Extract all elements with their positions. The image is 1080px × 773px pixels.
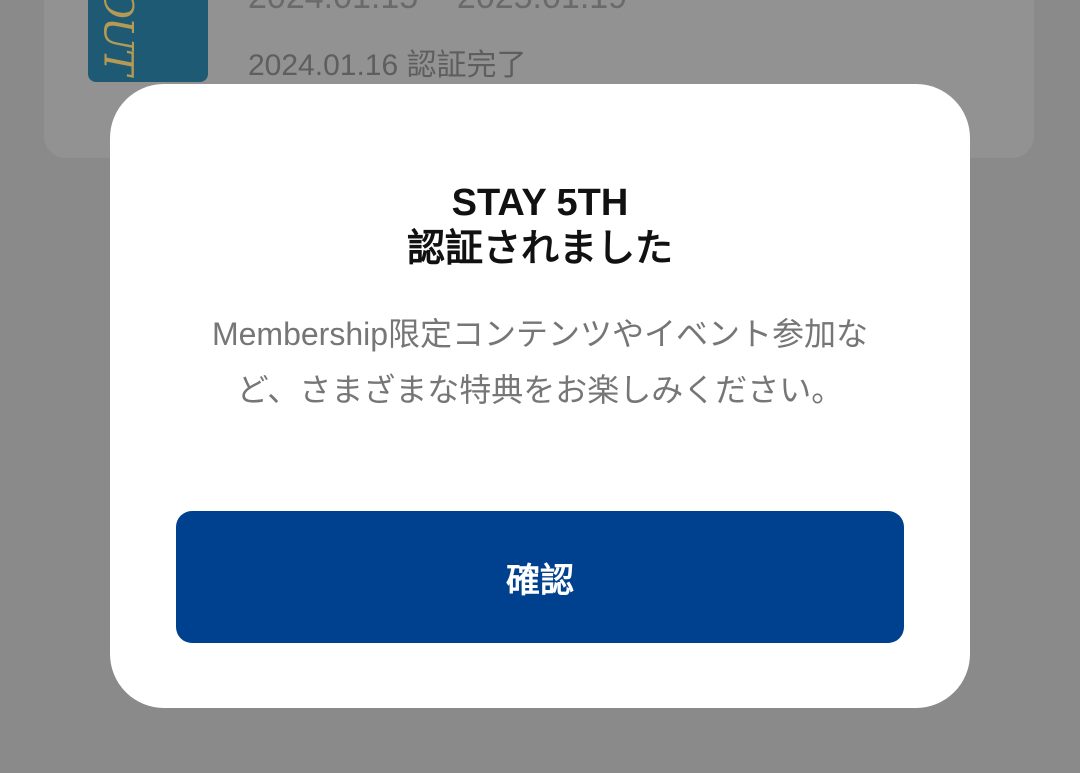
confirm-button[interactable]: 確認 [176, 511, 904, 643]
verification-dialog: STAY 5TH 認証されました Membership限定コンテンツやイベント参… [110, 84, 970, 708]
dialog-title-line2: 認証されました [406, 228, 673, 270]
dialog-title: STAY 5TH 認証されました [110, 180, 970, 272]
dialog-title-line1: STAY 5TH [451, 182, 629, 224]
dialog-message: Membership限定コンテンツやイベント参加など、さまざまな特典をお楽しみく… [211, 316, 869, 408]
